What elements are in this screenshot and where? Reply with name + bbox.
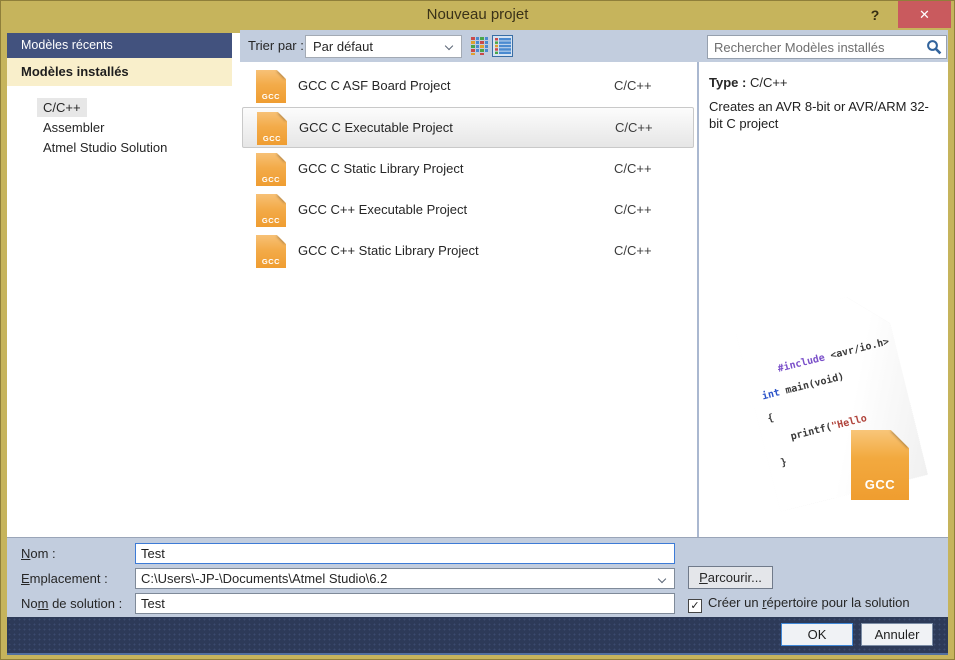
template-name: GCC C++ Executable Project [298,202,467,217]
titlebar[interactable]: Nouveau projet ? ✕ [0,0,955,30]
sidebar-installed-header[interactable]: Modèles installés [7,58,232,86]
folded-corner-icon [278,112,287,121]
template-name: GCC C ASF Board Project [298,78,450,93]
list-view-button[interactable] [492,35,513,57]
gcc-document-icon: GCC [256,194,286,227]
template-category-sidebar: Modèles récents Modèles installés C/C++ … [7,33,232,537]
gcc-logo-icon: GCC [851,430,909,500]
template-row-gcc-c-executable[interactable]: GCC GCC C Executable Project C/C++ [242,107,694,148]
sort-by-value: Par défaut [313,39,373,54]
template-row-gcc-c-asf-board[interactable]: GCC GCC C ASF Board Project C/C++ [242,66,694,107]
small-icons-view-icon [471,37,488,55]
ok-button[interactable]: OK [781,623,853,646]
location-value: C:\Users\-JP-\Documents\Atmel Studio\6.2 [141,571,387,586]
dialog-content: Modèles récents Modèles installés C/C++ … [7,30,948,655]
type-value: C/C++ [750,75,788,90]
search-icon[interactable] [926,39,942,55]
chevron-down-icon [445,42,453,50]
folded-corner-icon [277,194,286,203]
template-details-panel: Type : C/C++ Creates an AVR 8-bit or AVR… [699,62,948,537]
location-dropdown[interactable]: C:\Users\-JP-\Documents\Atmel Studio\6.2 [135,568,675,589]
sidebar-item-cpp[interactable]: C/C++ [37,98,87,117]
template-name: GCC C Static Library Project [298,161,463,176]
solution-name-input[interactable] [135,593,675,614]
template-description: Creates an AVR 8-bit or AVR/ARM 32-bit C… [699,90,948,132]
template-name: GCC C++ Static Library Project [298,243,479,258]
template-type: C/C++ [614,243,652,258]
chevron-down-icon [658,575,666,583]
create-directory-checkbox-row[interactable]: ✓ Créer un répertoire pour la solution [688,595,910,611]
template-list: GCC GCC C ASF Board Project C/C++ GCC GC… [240,62,697,537]
checkbox-checked-icon[interactable]: ✓ [688,599,702,613]
sidebar-splitter [232,33,240,537]
template-row-gcc-cpp-static-library[interactable]: GCC GCC C++ Static Library Project C/C++ [242,231,694,272]
sort-by-dropdown[interactable]: Par défaut [305,35,462,58]
template-type: C/C++ [614,78,652,93]
folded-corner-icon [847,288,891,332]
close-button[interactable]: ✕ [898,1,951,28]
help-button[interactable]: ? [863,3,887,27]
folded-corner-icon [277,235,286,244]
folded-corner-icon [277,153,286,162]
browse-button[interactable]: Parcourir... [688,566,773,589]
solution-name-label: Nom de solution : [21,596,122,611]
search-input[interactable] [714,37,919,57]
template-row-gcc-cpp-executable[interactable]: GCC GCC C++ Executable Project C/C++ [242,190,694,231]
template-type: C/C++ [614,161,652,176]
folded-corner-icon [277,70,286,79]
template-type: C/C++ [615,120,653,135]
dialog-footer: OK Annuler [7,617,948,655]
gcc-document-icon: GCC [256,235,286,268]
template-type: C/C++ [614,202,652,217]
template-row-gcc-c-static-library[interactable]: GCC GCC C Static Library Project C/C++ [242,149,694,190]
template-name: GCC C Executable Project [299,120,453,135]
small-icons-view-button[interactable] [469,35,490,57]
sidebar-item-assembler[interactable]: Assembler [37,118,110,137]
name-label: Nom : [21,546,56,561]
project-name-input[interactable] [135,543,675,564]
sidebar-recent-header[interactable]: Modèles récents [7,33,232,58]
cancel-button[interactable]: Annuler [861,623,933,646]
list-toolbar: Trier par : Par défaut [240,30,948,62]
gcc-document-icon: GCC [256,70,286,103]
dialog-title: Nouveau projet [0,0,955,30]
search-box [707,35,947,59]
sort-by-label: Trier par : [248,38,304,53]
gcc-document-icon: GCC [256,153,286,186]
project-form: Nom : Emplacement : C:\Users\-JP-\Docume… [7,537,948,617]
type-label: Type : [709,75,746,90]
create-directory-label: Créer un répertoire pour la solution [708,595,910,610]
sidebar-item-atmel-solution[interactable]: Atmel Studio Solution [37,138,173,157]
new-project-dialog: Nouveau projet ? ✕ Modèles récents Modèl… [0,0,955,660]
location-label: Emplacement : [21,571,108,586]
list-view-icon [495,38,511,54]
gcc-document-icon: GCC [257,112,287,145]
